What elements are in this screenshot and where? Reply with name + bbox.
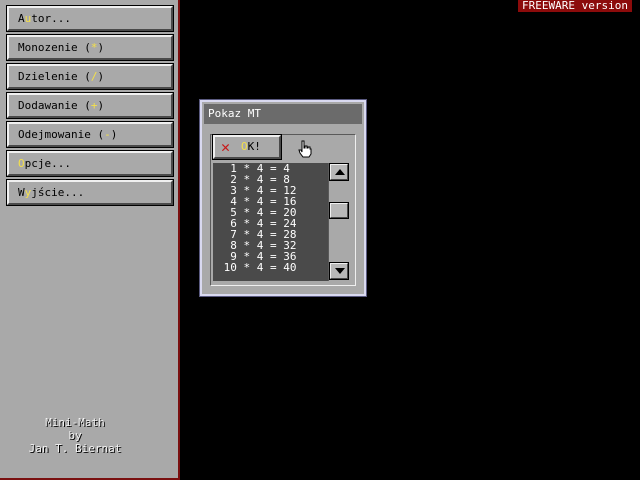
main-menu-panel: Autor... Monozenie (*) Dzielenie (/) Dod…: [0, 0, 180, 480]
scroll-up-button[interactable]: [330, 164, 348, 180]
menu-label-pre: Dzielenie (: [18, 70, 91, 83]
menu-label-pre: A: [18, 12, 25, 25]
menu-button-autor[interactable]: Autor...: [7, 6, 173, 31]
menu-button-odejmowanie[interactable]: Odejmowanie (-): [7, 122, 173, 147]
menu-label-post: ): [97, 41, 105, 54]
menu-button-dzielenie[interactable]: Dzielenie (/): [7, 64, 173, 89]
menu-button-dodawanie[interactable]: Dodawanie (+): [7, 93, 173, 118]
menu-label-post: tor...: [31, 12, 71, 25]
menu-label-pre: W: [18, 186, 25, 199]
menu-hotkey: O: [18, 157, 25, 170]
multiplication-list[interactable]: 1 * 4 = 4 2 * 4 = 8 3 * 4 = 12 4 * 4 = 1…: [213, 163, 328, 281]
credits-by: by: [68, 429, 82, 442]
menu-button-opcje[interactable]: Opcje...: [7, 151, 173, 176]
menu-button-wyjscie[interactable]: Wyjście...: [7, 180, 173, 205]
ok-hotkey: O: [241, 140, 248, 153]
menu-hotkey: -: [104, 128, 111, 141]
menu-label-pre: Monozenie (: [18, 41, 91, 54]
list-scrollbar[interactable]: [328, 163, 349, 281]
menu-label-post: ): [97, 70, 105, 83]
dialog-title: Pokaz MT: [204, 104, 362, 124]
credits: Mini-Math by Jan T. Biernat: [0, 416, 150, 455]
hand-cursor-icon: [298, 140, 312, 158]
scroll-down-button[interactable]: [330, 263, 348, 279]
list-item: 10 * 4 = 40: [223, 261, 297, 274]
menu-label-post: ): [110, 128, 118, 141]
credits-author: Jan T. Biernat: [28, 442, 122, 455]
menu-label-pre: Dodawanie (: [18, 99, 91, 112]
scroll-thumb[interactable]: [330, 203, 348, 218]
arrow-down-icon: [335, 268, 345, 274]
close-x-icon: ✕: [221, 138, 231, 156]
menu-button-mnozenie[interactable]: Monozenie (*): [7, 35, 173, 60]
ok-label: OK!: [241, 137, 261, 157]
ok-label-rest: K!: [247, 140, 261, 153]
ok-button[interactable]: ✕ OK!: [213, 135, 281, 159]
menu-label-post: ): [97, 99, 105, 112]
credits-app-name: Mini-Math: [45, 416, 105, 429]
freeware-badge: FREEWARE version: [518, 0, 632, 12]
arrow-up-icon: [335, 169, 345, 175]
menu-label-post: pcje...: [24, 157, 71, 170]
menu-label-post: jście...: [31, 186, 85, 199]
menu-label-pre: Odejmowanie (: [18, 128, 105, 141]
